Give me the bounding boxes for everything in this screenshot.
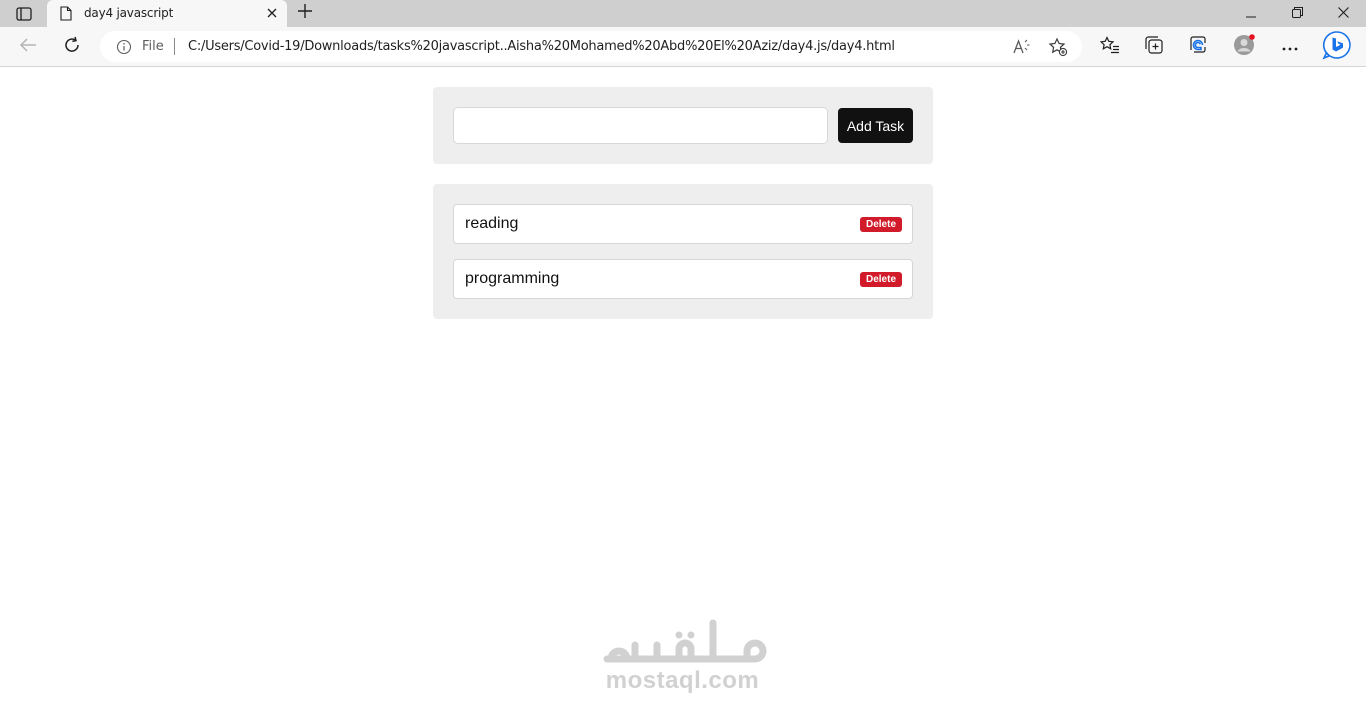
watermark-text: mostaql.com: [605, 667, 760, 694]
browser-tab-strip: day4 javascript: [0, 0, 1366, 27]
task-input[interactable]: [453, 107, 828, 144]
restore-icon: [1291, 5, 1303, 23]
delete-task-button[interactable]: Delete: [859, 217, 902, 232]
profile-button[interactable]: [1232, 33, 1256, 61]
more-button[interactable]: [1278, 35, 1302, 59]
task-text: programming: [465, 270, 560, 287]
delete-task-button[interactable]: Delete: [859, 272, 902, 287]
address-url[interactable]: C:/Users/Covid-19/Downloads/tasks%20java…: [188, 39, 895, 54]
close-icon: [1337, 5, 1349, 23]
address-scheme-label: File: [142, 39, 164, 54]
task-text: reading: [465, 215, 519, 232]
browser-essentials-icon: [1188, 35, 1208, 60]
back-icon: [19, 37, 37, 58]
tab-actions-icon[interactable]: [10, 4, 38, 24]
window-close-button[interactable]: [1320, 0, 1366, 27]
close-icon[interactable]: [264, 5, 280, 21]
refresh-icon: [63, 36, 81, 59]
favorites-button[interactable]: [1098, 35, 1122, 59]
info-icon[interactable]: [116, 39, 132, 55]
task-input-panel: Add Task: [433, 87, 933, 164]
watermark: mostaql.com: [595, 615, 770, 700]
task-list-panel: reading Delete programming Delete: [433, 184, 933, 319]
refresh-button[interactable]: [60, 35, 84, 59]
add-task-button[interactable]: Add Task: [838, 108, 913, 143]
back-button[interactable]: [16, 35, 40, 59]
minimize-icon: [1246, 5, 1256, 23]
profile-avatar-icon: [1233, 33, 1255, 61]
plus-icon: [298, 3, 312, 23]
task-item: programming Delete: [453, 259, 913, 299]
watermark-logo: [603, 619, 767, 663]
tab-title: day4 javascript: [84, 6, 174, 20]
favorites-icon: [1099, 35, 1120, 59]
browser-essentials-button[interactable]: [1186, 35, 1210, 59]
collections-icon: [1144, 35, 1164, 60]
task-item: reading Delete: [453, 204, 913, 244]
more-icon: [1282, 38, 1298, 56]
read-aloud-icon[interactable]: [1012, 38, 1032, 56]
collections-button[interactable]: [1142, 35, 1166, 59]
browser-tab-active[interactable]: day4 javascript: [47, 0, 287, 27]
add-favorite-icon[interactable]: [1048, 37, 1068, 57]
bing-chat-button[interactable]: [1322, 30, 1352, 65]
bing-chat-icon: [1322, 30, 1352, 65]
new-tab-button[interactable]: [294, 3, 316, 23]
address-separator: [174, 38, 175, 55]
minimize-button[interactable]: [1228, 0, 1274, 27]
page-icon: [60, 6, 72, 21]
restore-button[interactable]: [1274, 0, 1320, 27]
browser-toolbar: File C:/Users/Covid-19/Downloads/tasks%2…: [0, 27, 1366, 67]
address-bar[interactable]: File C:/Users/Covid-19/Downloads/tasks%2…: [100, 31, 1082, 62]
